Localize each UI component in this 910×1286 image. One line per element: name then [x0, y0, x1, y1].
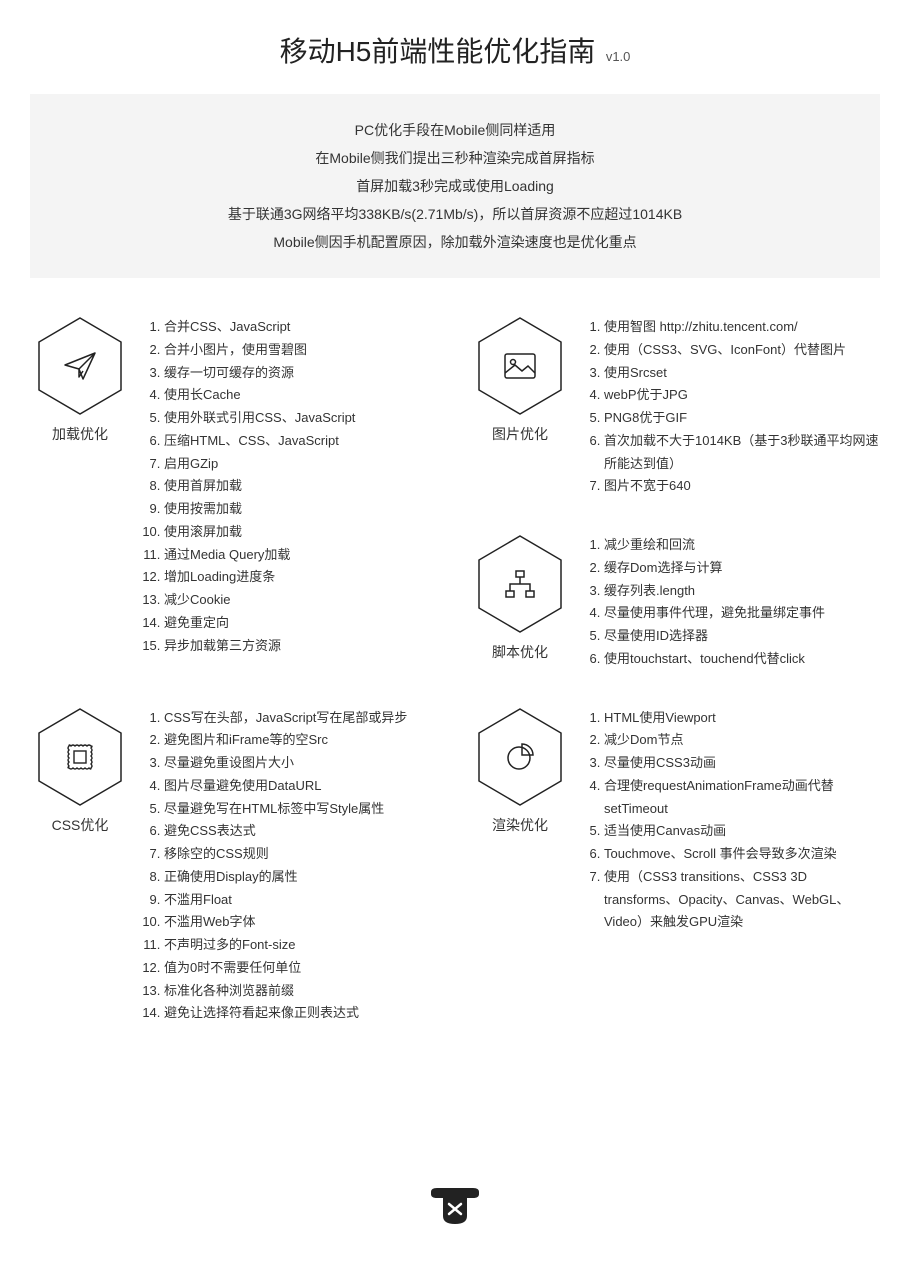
intro-line: 基于联通3G网络平均338KB/s(2.71Mb/s)，所以首屏资源不应超过10…	[50, 200, 860, 228]
page-title: 移动H5前端性能优化指南	[280, 36, 596, 67]
list-item: 减少重绘和回流	[604, 534, 880, 557]
list-item: 不滥用Web字体	[164, 911, 470, 934]
list-item: PNG8优于GIF	[604, 407, 880, 430]
section-css: CSS优化 CSS写在头部，JavaScript写在尾部或异步 避免图片和iFr…	[30, 707, 470, 1026]
list-item: 通过Media Query加载	[164, 544, 470, 567]
list-item: 启用GZip	[164, 453, 470, 476]
footer-logo	[0, 1182, 910, 1231]
list-css: CSS写在头部，JavaScript写在尾部或异步 避免图片和iFrame等的空…	[130, 707, 470, 1026]
page-header: 移动H5前端性能优化指南 v1.0	[30, 30, 880, 70]
list-image: 使用智图 http://zhitu.tencent.com/ 使用（CSS3、S…	[570, 316, 880, 498]
list-item: 避免重定向	[164, 612, 470, 635]
badge-load: 加载优化	[30, 316, 130, 444]
list-item: 不滥用Float	[164, 889, 470, 912]
hat-icon	[429, 1182, 481, 1226]
list-item: HTML使用Viewport	[604, 707, 880, 730]
list-item: 尽量使用CSS3动画	[604, 752, 880, 775]
list-item: 尽量避免写在HTML标签中写Style属性	[164, 798, 470, 821]
list-item: 尽量使用事件代理，避免批量绑定事件	[604, 602, 880, 625]
list-item: CSS写在头部，JavaScript写在尾部或异步	[164, 707, 470, 730]
list-item: 压缩HTML、CSS、JavaScript	[164, 430, 470, 453]
list-item: 值为0时不需要任何单位	[164, 957, 470, 980]
intro-line: 首屏加载3秒完成或使用Loading	[50, 172, 860, 200]
section-render: 渲染优化 HTML使用Viewport 减少Dom节点 尽量使用CSS3动画 合…	[470, 707, 880, 935]
badge-script: 脚本优化	[470, 534, 570, 662]
intro-line: Mobile侧因手机配置原因，除加载外渲染速度也是优化重点	[50, 228, 860, 256]
intro-box: PC优化手段在Mobile侧同样适用 在Mobile侧我们提出三秒种渲染完成首屏…	[30, 94, 880, 278]
list-item: 首次加载不大于1014KB（基于3秒联通平均网速所能达到值）	[604, 430, 880, 476]
list-item: 移除空的CSS规则	[164, 843, 470, 866]
paper-plane-icon	[37, 316, 123, 416]
list-item: 缓存一切可缓存的资源	[164, 362, 470, 385]
pie-chart-icon	[477, 707, 563, 807]
list-item: Touchmove、Scroll 事件会导致多次渲染	[604, 843, 880, 866]
badge-css: CSS优化	[30, 707, 130, 835]
list-item: 合并CSS、JavaScript	[164, 316, 470, 339]
intro-line: 在Mobile侧我们提出三秒种渲染完成首屏指标	[50, 144, 860, 172]
list-item: 减少Cookie	[164, 589, 470, 612]
list-item: 图片尽量避免使用DataURL	[164, 775, 470, 798]
list-item: 使用长Cache	[164, 384, 470, 407]
list-item: 不声明过多的Font-size	[164, 934, 470, 957]
list-item: webP优于JPG	[604, 384, 880, 407]
list-item: 尽量使用ID选择器	[604, 625, 880, 648]
list-item: 正确使用Display的属性	[164, 866, 470, 889]
list-item: 减少Dom节点	[604, 729, 880, 752]
list-item: 缓存Dom选择与计算	[604, 557, 880, 580]
list-item: 使用智图 http://zhitu.tencent.com/	[604, 316, 880, 339]
list-load: 合并CSS、JavaScript 合并小图片，使用雪碧图 缓存一切可缓存的资源 …	[130, 316, 470, 657]
badge-render: 渲染优化	[470, 707, 570, 835]
section-script: 脚本优化 减少重绘和回流 缓存Dom选择与计算 缓存列表.length 尽量使用…	[470, 534, 880, 671]
list-item: 使用（CSS3 transitions、CSS3 3D transforms、O…	[604, 866, 880, 934]
section-title: 加载优化	[30, 424, 130, 444]
section-load: 加载优化 合并CSS、JavaScript 合并小图片，使用雪碧图 缓存一切可缓…	[30, 316, 470, 657]
list-item: 缓存列表.length	[604, 580, 880, 603]
list-item: 使用touchstart、touchend代替click	[604, 648, 880, 671]
list-script: 减少重绘和回流 缓存Dom选择与计算 缓存列表.length 尽量使用事件代理，…	[570, 534, 880, 671]
section-title: CSS优化	[30, 815, 130, 835]
list-item: 使用Srcset	[604, 362, 880, 385]
list-item: 避免图片和iFrame等的空Src	[164, 729, 470, 752]
list-item: 使用（CSS3、SVG、IconFont）代替图片	[604, 339, 880, 362]
list-item: 避免让选择符看起来像正则表达式	[164, 1002, 470, 1025]
list-item: 合理使requestAnimationFrame动画代替setTimeout	[604, 775, 880, 821]
version-label: v1.0	[606, 49, 631, 64]
list-item: 标准化各种浏览器前缀	[164, 980, 470, 1003]
list-item: 使用按需加载	[164, 498, 470, 521]
image-icon	[477, 316, 563, 416]
list-item: 增加Loading进度条	[164, 566, 470, 589]
list-item: 适当使用Canvas动画	[604, 820, 880, 843]
section-title: 图片优化	[470, 424, 570, 444]
list-item: 异步加载第三方资源	[164, 635, 470, 658]
section-title: 脚本优化	[470, 642, 570, 662]
section-image: 图片优化 使用智图 http://zhitu.tencent.com/ 使用（C…	[470, 316, 880, 498]
list-item: 避免CSS表达式	[164, 820, 470, 843]
stamp-icon	[37, 707, 123, 807]
badge-image: 图片优化	[470, 316, 570, 444]
sitemap-icon	[477, 534, 563, 634]
list-item: 使用外联式引用CSS、JavaScript	[164, 407, 470, 430]
intro-line: PC优化手段在Mobile侧同样适用	[50, 116, 860, 144]
list-item: 使用滚屏加载	[164, 521, 470, 544]
list-item: 使用首屏加载	[164, 475, 470, 498]
list-item: 合并小图片，使用雪碧图	[164, 339, 470, 362]
content-grid: 加载优化 合并CSS、JavaScript 合并小图片，使用雪碧图 缓存一切可缓…	[30, 316, 880, 1061]
list-item: 图片不宽于640	[604, 475, 880, 498]
section-title: 渲染优化	[470, 815, 570, 835]
list-item: 尽量避免重设图片大小	[164, 752, 470, 775]
list-render: HTML使用Viewport 减少Dom节点 尽量使用CSS3动画 合理使req…	[570, 707, 880, 935]
